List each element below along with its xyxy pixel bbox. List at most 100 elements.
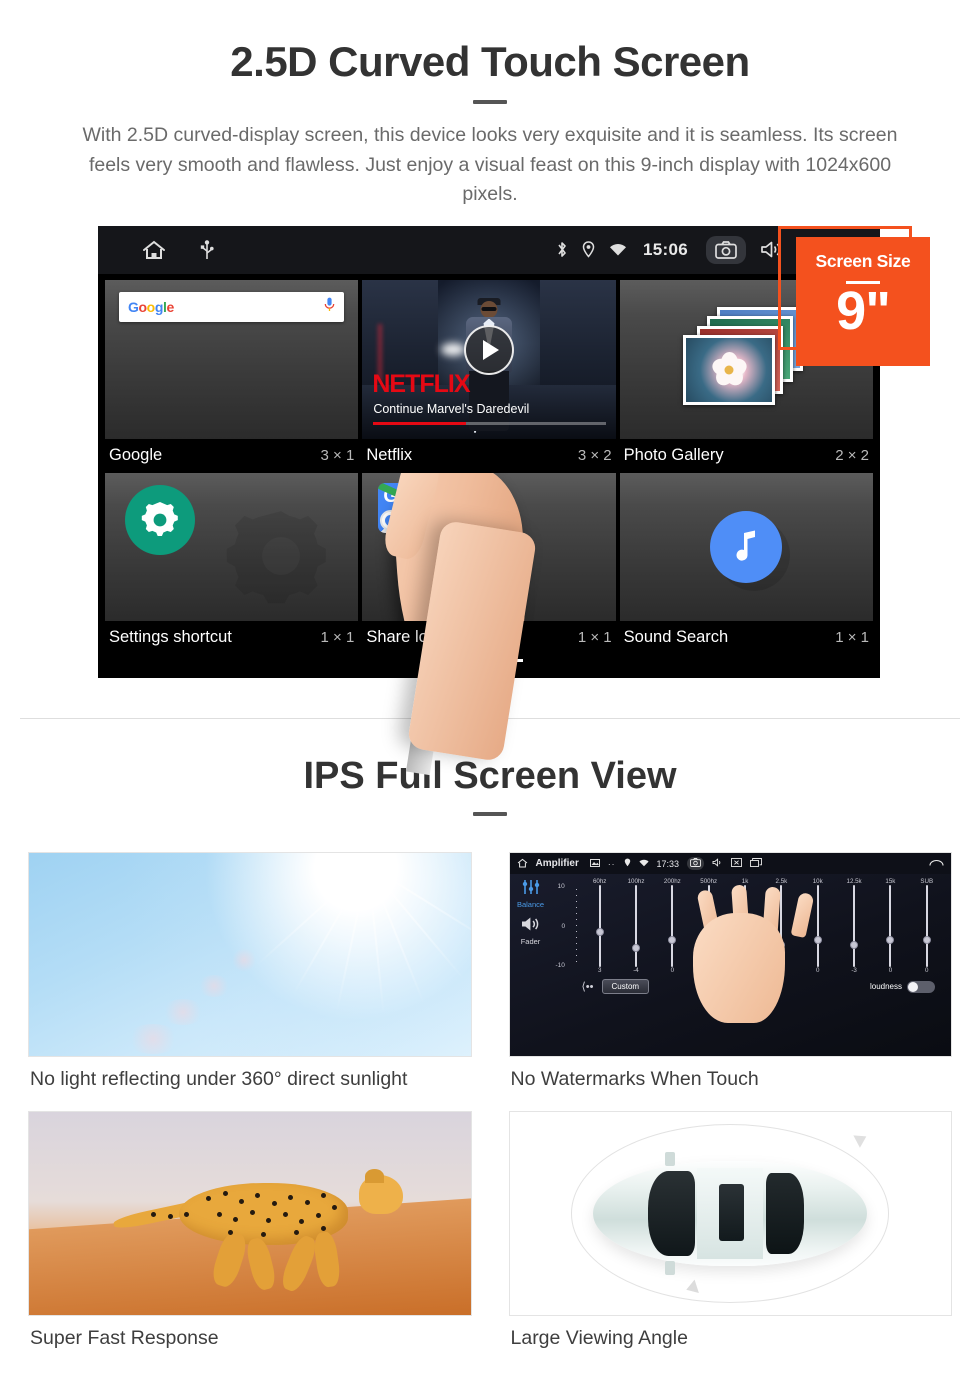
band-label: 60hz xyxy=(592,878,607,885)
equalizer-panel: 60hz 100hz 200hz 500hz 1k 2.5k 10k 12.5k… xyxy=(552,874,952,1056)
band-label: SUB xyxy=(920,878,934,885)
scale-mid: 0 xyxy=(561,922,566,930)
eq-slider[interactable] xyxy=(582,885,618,967)
band-value: 0 xyxy=(670,967,675,974)
feature-caption: No light reflecting under 360° direct su… xyxy=(30,1068,408,1090)
amp-clock: 17:33 xyxy=(656,858,680,869)
page-subtitle: With 2.5D curved-display screen, this de… xyxy=(82,124,898,206)
feature-card-sunlight: No light reflecting under 360° direct su… xyxy=(28,852,472,1105)
widget-label-photo-gallery: Photo Gallery 2 × 2 xyxy=(620,439,873,473)
loudness-control[interactable]: loudness xyxy=(870,980,935,993)
netflix-preview-image: NETFLIX Continue Marvel's Daredevil xyxy=(362,279,616,439)
band-value: 0 xyxy=(925,967,929,974)
band-label: 15k xyxy=(885,878,896,885)
eq-slider[interactable] xyxy=(909,885,945,967)
eq-slider[interactable] xyxy=(872,885,908,967)
widget-google[interactable]: Google Google 3 × 1 xyxy=(105,279,359,473)
car-top-view-diagram xyxy=(508,1111,952,1316)
more-icon[interactable]: ·· xyxy=(608,859,616,869)
band-value: 3 xyxy=(597,967,602,974)
widget-settings-tile[interactable] xyxy=(105,472,359,621)
title-divider xyxy=(473,100,507,104)
status-clock: 15:06 xyxy=(643,239,688,259)
eq-slider[interactable] xyxy=(618,885,654,967)
widget-sound-search[interactable]: Sound Search 1 × 1 xyxy=(619,472,873,655)
google-search-bar[interactable]: Google xyxy=(119,291,345,322)
screenshot-icon[interactable] xyxy=(706,235,746,264)
status-bar: 15:06 xyxy=(98,225,880,274)
feature-card-fast-response: Super Fast Response xyxy=(28,1111,472,1364)
fader-label[interactable]: Fader xyxy=(510,937,552,946)
badge-value: 9" xyxy=(836,280,891,341)
band-value: 0 xyxy=(816,967,820,974)
widget-label-sound-search: Sound Search 1 × 1 xyxy=(620,621,873,655)
screen-size-badge: Screen Size 9" xyxy=(796,236,930,366)
widget-size: 3 × 2 xyxy=(577,446,612,464)
widget-settings-shortcut[interactable]: Settings shortcut 1 × 1 xyxy=(105,472,359,655)
balance-label[interactable]: Balance xyxy=(510,900,552,909)
widget-size: 3 × 1 xyxy=(320,446,355,464)
feature-cards-grid: No light reflecting under 360° direct su… xyxy=(0,816,980,1364)
band-value: -3 xyxy=(851,967,857,974)
widget-netflix-tile[interactable]: NETFLIX Continue Marvel's Daredevil xyxy=(362,279,616,439)
loudness-toggle[interactable] xyxy=(907,980,935,993)
recent-apps-icon[interactable] xyxy=(750,858,762,869)
feature-caption: Super Fast Response xyxy=(30,1327,219,1349)
widget-size: 1 × 1 xyxy=(577,628,612,646)
feature-card-viewing-angle: Large Viewing Angle xyxy=(508,1111,952,1364)
eq-slider[interactable] xyxy=(654,885,690,967)
close-icon[interactable] xyxy=(731,858,742,869)
widget-name: Google xyxy=(109,445,163,464)
widget-label-settings: Settings shortcut 1 × 1 xyxy=(105,621,358,655)
ips-full-screen-view-section: IPS Full Screen View No light reflecting… xyxy=(0,735,980,1364)
page-title: 2.5D Curved Touch Screen xyxy=(230,38,750,85)
band-value: -4 xyxy=(633,967,639,974)
widget-name: Photo Gallery xyxy=(623,445,724,464)
usb-icon xyxy=(200,240,214,260)
band-label: 10k xyxy=(812,878,823,885)
widget-size: 1 × 1 xyxy=(320,628,355,646)
home-icon[interactable] xyxy=(142,239,166,261)
amplifier-equalizer-screen: Amplifier ·· 17:33 Balance Fader 60hz 10… xyxy=(508,852,952,1057)
preset-button[interactable]: Custom xyxy=(601,979,650,994)
gear-icon xyxy=(125,484,195,555)
feature-caption: No Watermarks When Touch xyxy=(510,1068,759,1090)
play-button-icon[interactable] xyxy=(463,324,514,375)
hand-touching-equalizer xyxy=(693,912,786,1023)
volume-icon[interactable] xyxy=(712,858,723,869)
widget-netflix[interactable]: NETFLIX Continue Marvel's Daredevil Netf… xyxy=(362,279,616,473)
netflix-caption: Continue Marvel's Daredevil xyxy=(373,401,530,416)
widget-name: Netflix xyxy=(366,445,413,464)
curved-touch-screen-section: 2.5D Curved Touch Screen With 2.5D curve… xyxy=(0,0,980,775)
device-screenshot-area: 15:06 Google Google 3 × 1 NETFLIX Contin… xyxy=(0,225,980,775)
screenshot-icon[interactable] xyxy=(687,857,705,870)
speaker-icon[interactable] xyxy=(510,916,552,937)
home-icon[interactable] xyxy=(517,858,528,870)
location-icon xyxy=(624,858,631,869)
band-label: 100hz xyxy=(627,878,645,885)
bluetooth-icon xyxy=(556,241,568,258)
widget-sound-search-tile[interactable] xyxy=(619,472,873,621)
running-cheetah-photo xyxy=(28,1111,472,1316)
eq-slider[interactable] xyxy=(836,885,872,967)
back-arrow-icon[interactable]: ⟨•• xyxy=(582,980,594,993)
car-body xyxy=(593,1152,868,1275)
widget-name: Sound Search xyxy=(623,627,729,646)
netflix-logo: NETFLIX xyxy=(372,369,470,398)
widget-size: 2 × 2 xyxy=(835,446,869,464)
band-value: 0 xyxy=(888,967,893,974)
google-logo: Google xyxy=(128,298,174,315)
microphone-icon[interactable] xyxy=(324,297,335,317)
equalizer-sliders[interactable]: 10 0 -10 xyxy=(552,883,946,1023)
band-label: 12.5k xyxy=(846,878,862,885)
equalizer-sliders-icon[interactable] xyxy=(510,879,552,900)
frequency-labels: 60hz 100hz 200hz 500hz 1k 2.5k 10k 12.5k… xyxy=(552,878,946,885)
back-arrow-icon[interactable] xyxy=(929,858,944,869)
feature-card-watermarks: Amplifier ·· 17:33 Balance Fader 60hz 10… xyxy=(508,852,952,1105)
band-label: 2.5k xyxy=(775,878,788,885)
band-label: 200hz xyxy=(663,878,681,885)
wifi-icon xyxy=(638,859,649,869)
location-icon xyxy=(582,241,595,259)
widget-google-tile[interactable]: Google xyxy=(105,279,359,439)
media-icon[interactable] xyxy=(589,858,600,869)
